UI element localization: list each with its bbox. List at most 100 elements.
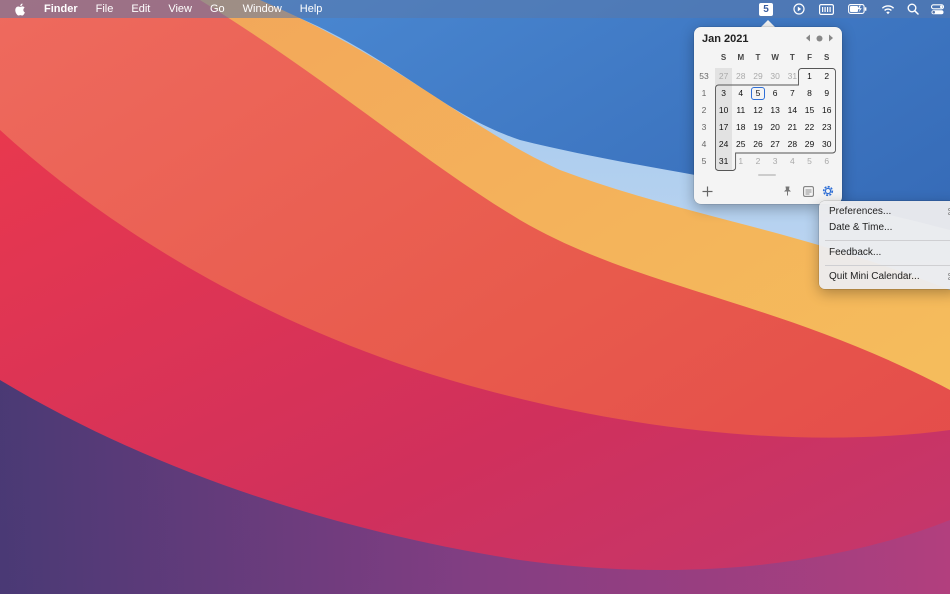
day-cell[interactable]: 11 (732, 102, 749, 119)
day-cell[interactable]: 15 (801, 102, 818, 119)
day-cell[interactable]: 22 (801, 119, 818, 136)
day-cell[interactable]: 6 (818, 153, 835, 170)
day-cell-today[interactable]: 5 (749, 85, 766, 102)
day-number: 27 (718, 71, 729, 81)
day-cell[interactable]: 4 (784, 153, 801, 170)
day-cell[interactable]: 12 (749, 102, 766, 119)
day-number: 18 (736, 122, 746, 132)
day-cell[interactable]: 7 (784, 85, 801, 102)
day-cell[interactable]: 23 (818, 119, 835, 136)
menu-go[interactable]: Go (210, 0, 225, 18)
day-cell[interactable]: 21 (784, 119, 801, 136)
weekday-header: S (824, 53, 830, 62)
play-circle-icon[interactable] (793, 0, 805, 18)
day-cell[interactable]: 16 (818, 102, 835, 119)
next-month-icon[interactable] (828, 34, 834, 42)
day-cell[interactable]: 28 (784, 136, 801, 153)
week-row: 27 28 29 30 31 1 2 (715, 68, 835, 85)
add-event-icon[interactable] (700, 184, 714, 198)
day-cell[interactable]: 31 (715, 153, 733, 170)
week-number-column: 53 1 2 3 4 5 (696, 68, 712, 170)
menu-separator (825, 240, 950, 241)
day-number: 4 (738, 88, 744, 98)
day-cell[interactable]: 6 (767, 85, 784, 102)
day-cell[interactable]: 29 (749, 68, 766, 85)
day-cell[interactable]: 18 (732, 119, 749, 136)
feedback-label: Feedback... (829, 247, 882, 258)
day-cell[interactable]: 26 (749, 136, 766, 153)
previous-month-icon[interactable] (805, 34, 811, 42)
week-number: 53 (699, 71, 709, 81)
today-dot-icon[interactable] (816, 35, 823, 42)
day-cell[interactable]: 8 (801, 85, 818, 102)
month-title: Jan 2021 (702, 33, 749, 45)
day-number: 29 (804, 139, 815, 149)
day-cell[interactable]: 14 (784, 102, 801, 119)
day-cell[interactable]: 4 (732, 85, 749, 102)
day-cell[interactable]: 2 (818, 68, 835, 85)
day-cell[interactable]: 20 (767, 119, 784, 136)
day-cell[interactable]: 1 (801, 68, 818, 85)
day-cell[interactable]: 19 (749, 119, 766, 136)
menu-item-preferences[interactable]: Preferences... ⌘, (829, 205, 950, 219)
day-number: 3 (721, 88, 726, 98)
menu-view[interactable]: View (168, 0, 192, 18)
control-center-icon[interactable] (931, 0, 944, 18)
day-number: 6 (772, 88, 778, 98)
day-cell[interactable]: 1 (732, 153, 749, 170)
gear-icon[interactable] (821, 184, 835, 198)
day-number: 5 (807, 156, 812, 166)
day-number: 5 (750, 87, 765, 100)
day-cell[interactable]: 28 (732, 68, 749, 85)
week-row: 17 18 19 20 21 22 23 (715, 119, 835, 136)
menu-separator (825, 265, 950, 266)
day-number: 15 (804, 105, 815, 115)
day-cell[interactable]: 30 (818, 136, 835, 153)
menu-help[interactable]: Help (300, 0, 323, 18)
weekday-header: F (807, 53, 812, 62)
menu-item-feedback[interactable]: Feedback... (829, 246, 950, 260)
day-number: 31 (718, 156, 729, 166)
menu-window[interactable]: Window (243, 0, 282, 18)
mini-calendar-status-item[interactable]: 5 (759, 0, 773, 18)
day-cell[interactable]: 30 (767, 68, 784, 85)
day-cell[interactable]: 5 (801, 153, 818, 170)
apple-icon[interactable] (14, 0, 28, 18)
menu-file[interactable]: File (96, 0, 114, 18)
day-cell[interactable]: 10 (715, 102, 733, 119)
week-row: 3 456 7 8 9 (715, 85, 835, 102)
search-icon[interactable] (907, 0, 919, 18)
day-cell[interactable]: 29 (801, 136, 818, 153)
menu-item-quit[interactable]: Quit Mini Calendar... ⌘Q (829, 270, 950, 284)
calendar-app-icon[interactable] (801, 184, 815, 198)
day-cell[interactable]: 17 (715, 119, 733, 136)
day-cell[interactable]: 31 (784, 68, 801, 85)
week-number: 4 (701, 139, 707, 149)
menu-edit[interactable]: Edit (131, 0, 150, 18)
day-cell[interactable]: 27 (767, 136, 784, 153)
day-cell[interactable]: 27 (715, 68, 733, 85)
pin-icon[interactable] (780, 184, 794, 198)
menu-item-date-time[interactable]: Date & Time... (829, 221, 950, 235)
keyboard-icon[interactable] (819, 0, 834, 18)
day-number: 16 (821, 105, 832, 115)
day-cell[interactable]: 24 (715, 136, 733, 153)
day-number: 6 (824, 156, 830, 166)
weekday-header: S (720, 53, 727, 62)
day-cell[interactable]: 9 (818, 85, 835, 102)
wifi-icon[interactable] (881, 0, 895, 18)
day-cell[interactable]: 3 (767, 153, 784, 170)
day-cell[interactable]: 3 (715, 85, 733, 102)
day-number: 8 (807, 88, 812, 98)
day-cell[interactable]: 2 (749, 153, 766, 170)
weekday-header: T (789, 53, 795, 62)
day-number: 28 (736, 71, 746, 81)
day-number: 23 (821, 122, 832, 132)
day-cell[interactable]: 13 (767, 102, 784, 119)
battery-charging-icon[interactable] (848, 0, 867, 18)
menu-app-finder[interactable]: Finder (44, 0, 78, 18)
day-number: 4 (789, 156, 795, 166)
day-cell[interactable]: 25 (732, 136, 749, 153)
resize-handle[interactable] (758, 174, 776, 176)
quit-label: Quit Mini Calendar... (829, 271, 920, 282)
